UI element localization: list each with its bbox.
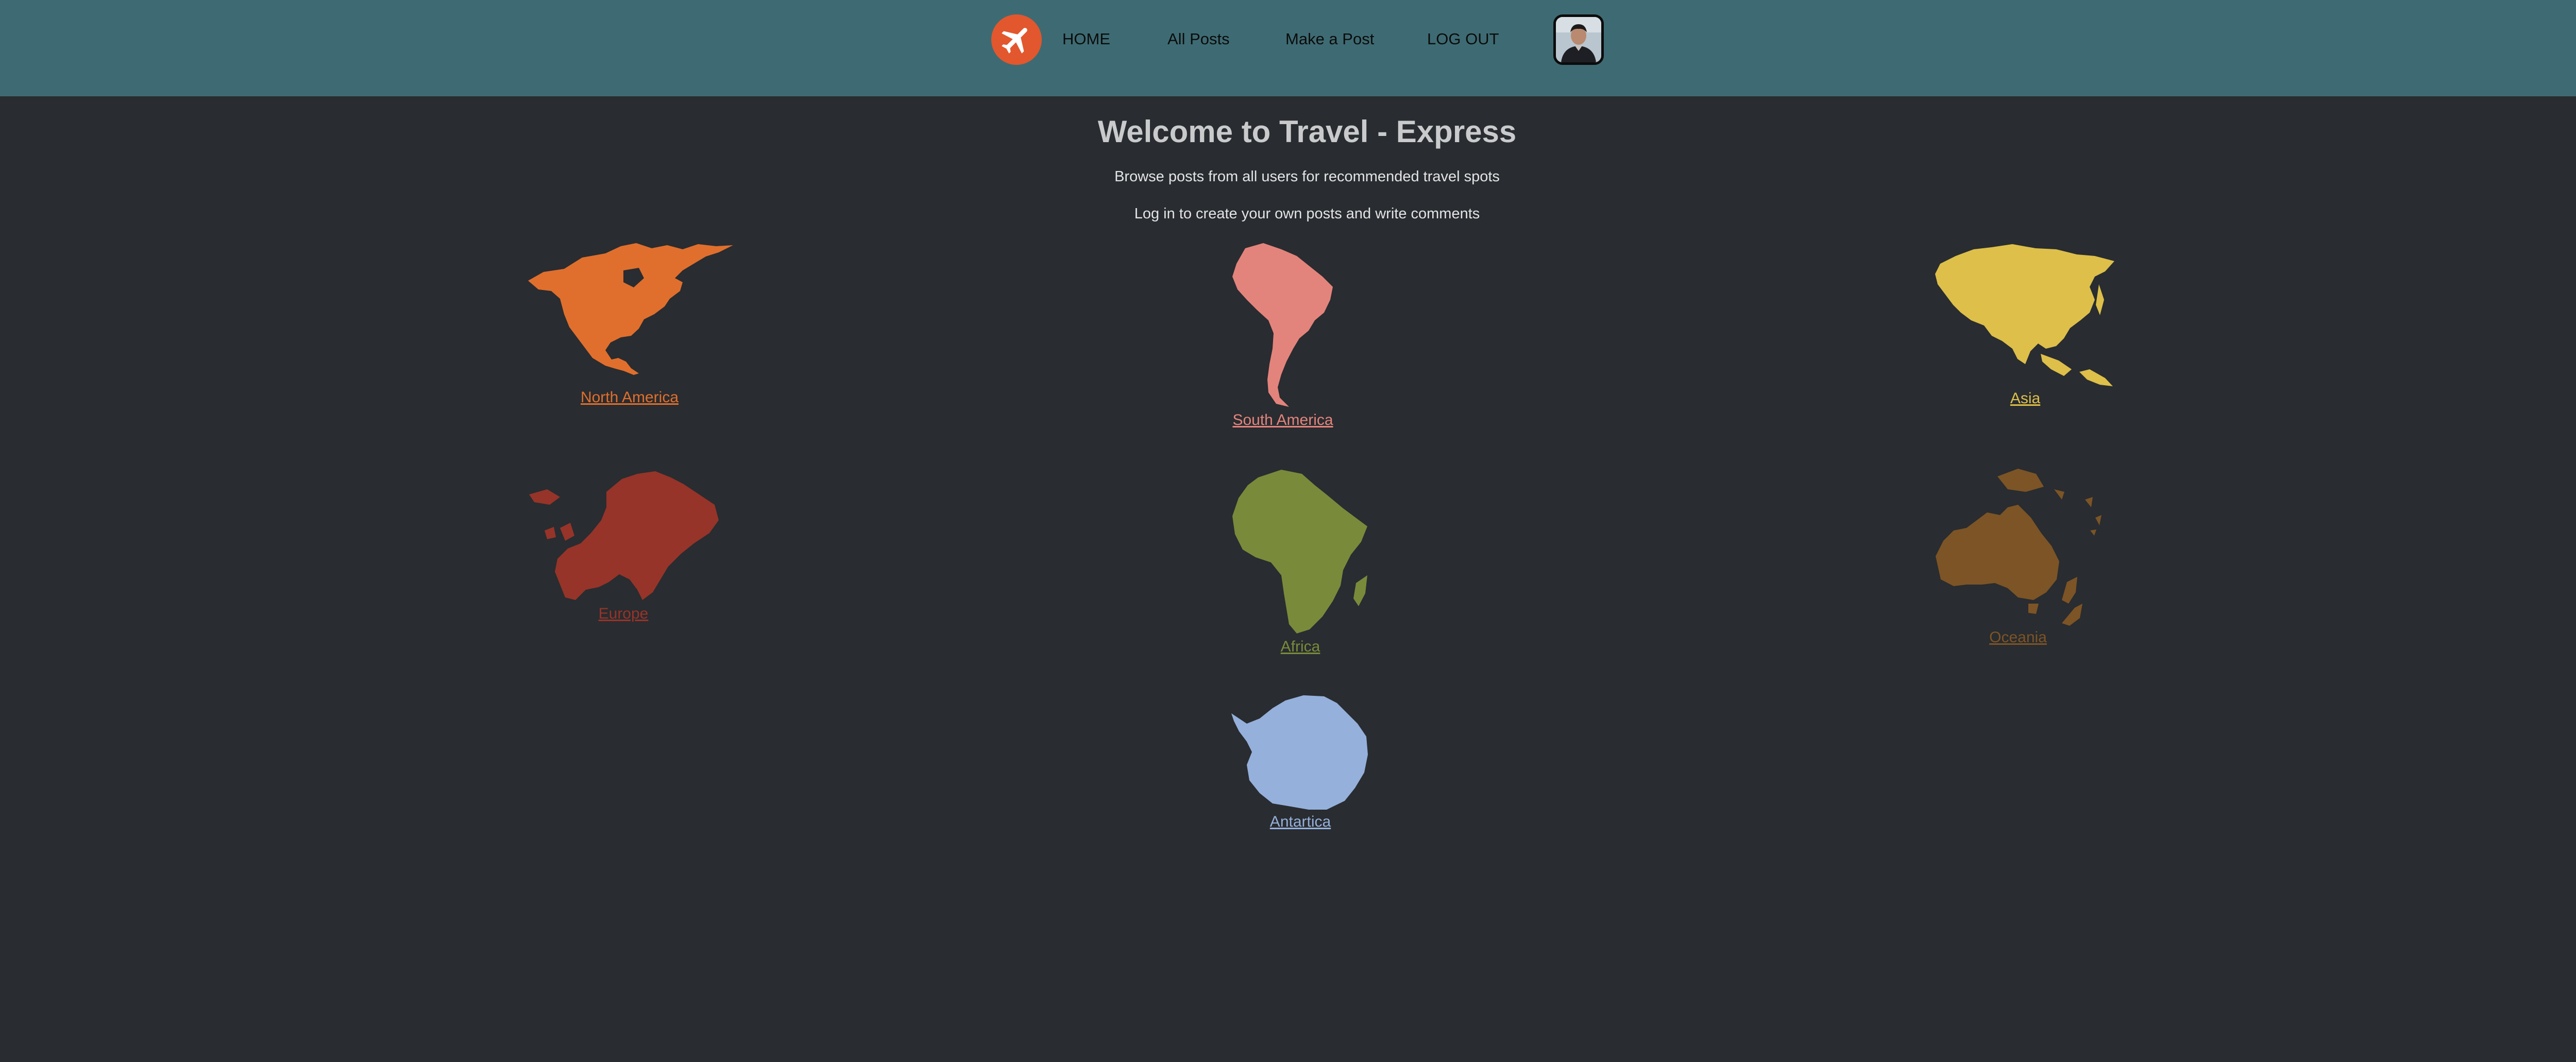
nav-home-link[interactable]: HOME	[1062, 30, 1110, 48]
north-america-map-icon[interactable]	[528, 242, 734, 384]
asia-shape	[1935, 244, 2114, 364]
europe-map-icon[interactable]	[529, 471, 720, 603]
africa-shape	[1232, 470, 1367, 633]
europe-shape	[555, 471, 719, 600]
navbar: HOME All Posts Make a Post LOG OUT	[0, 0, 2576, 96]
page-subtitle-login: Log in to create your own posts and writ…	[1134, 205, 1480, 222]
avatar-photo-icon	[1556, 17, 1601, 62]
airplane-icon	[1002, 28, 1027, 54]
continent-link-europe[interactable]: Europe	[599, 605, 649, 623]
continent-link-asia[interactable]: Asia	[2010, 389, 2040, 408]
plane-logo-icon[interactable]	[991, 14, 1042, 65]
antartica-shape	[1231, 695, 1368, 810]
north-america-shape	[528, 243, 733, 375]
africa-map-icon[interactable]	[1232, 470, 1371, 635]
nav-logout-link[interactable]: LOG OUT	[1427, 30, 1499, 48]
antartica-map-icon[interactable]	[1231, 695, 1370, 811]
page-subtitle-browse: Browse posts from all users for recommen…	[1114, 168, 1500, 185]
oceania-map-icon[interactable]	[1936, 469, 2106, 628]
continent-link-africa[interactable]: Africa	[1281, 638, 1320, 656]
nav-all-posts-link[interactable]: All Posts	[1167, 30, 1230, 48]
continent-link-antartica[interactable]: Antartica	[1270, 813, 1331, 831]
asia-map-icon[interactable]	[1935, 243, 2115, 388]
nav-make-post-link[interactable]: Make a Post	[1285, 30, 1374, 48]
oceania-shape	[1936, 505, 2059, 600]
south-america-shape	[1232, 243, 1333, 407]
user-avatar[interactable]	[1553, 14, 1604, 65]
south-america-map-icon[interactable]	[1232, 243, 1335, 408]
continent-link-north-america[interactable]: North America	[581, 388, 679, 407]
continent-link-south-america[interactable]: South America	[1232, 411, 1333, 430]
page-title: Welcome to Travel - Express	[1097, 114, 1517, 149]
continent-link-oceania[interactable]: Oceania	[1989, 628, 2047, 647]
